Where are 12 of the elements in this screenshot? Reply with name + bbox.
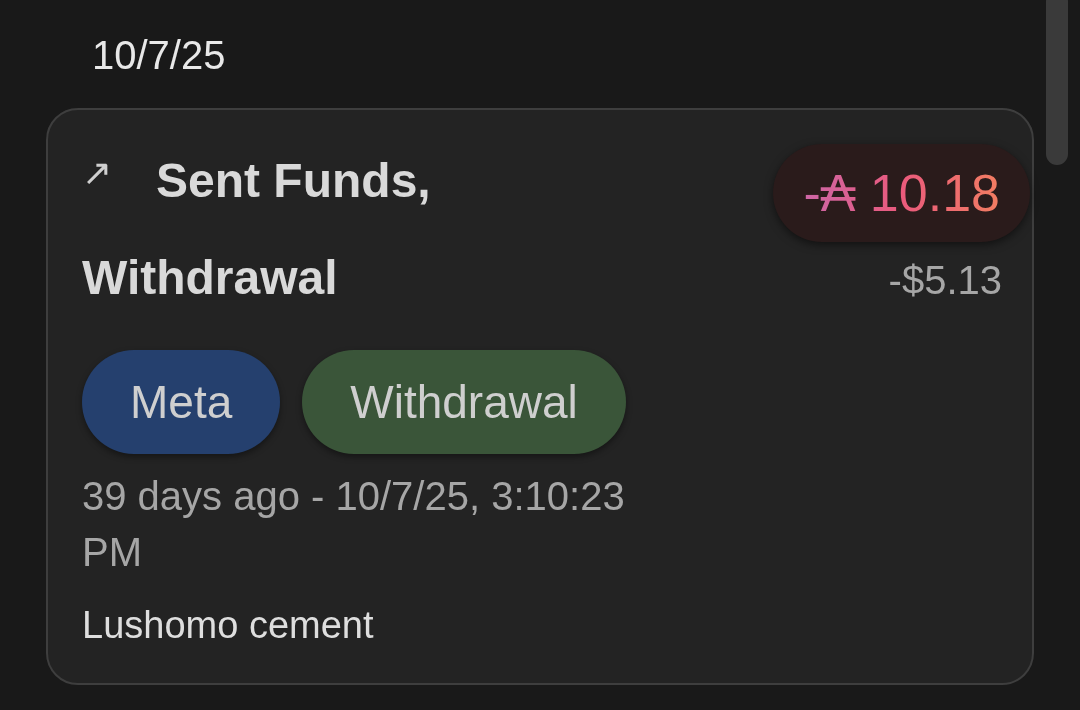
arrow-icon: ↗ (82, 155, 112, 191)
transaction-note: Lushomo cement (82, 604, 375, 647)
tag-chip[interactable]: Meta (82, 350, 281, 454)
amount-pill: -₳ 10.18 (773, 144, 1030, 242)
transaction-title: Withdrawal (82, 250, 338, 306)
tag-chip[interactable]: Withdrawal (302, 350, 626, 454)
fiat-amount: -$5.13 (888, 258, 1002, 303)
timestamp: 39 days ago - 10/7/25, 3:10:23 PM (82, 473, 626, 576)
scrollbar[interactable] (1046, 0, 1068, 165)
date-header: 10/7/25 (92, 32, 227, 79)
transaction-card[interactable]: ↗ Sent Funds, Withdrawal Meta Withdrawal 39 days ago - 10/7/25, 3:10:23 PM Lushomo cement -₳ 10.18 -$5.13 (46, 108, 1034, 685)
transaction-title: Sent Funds, (156, 153, 431, 209)
